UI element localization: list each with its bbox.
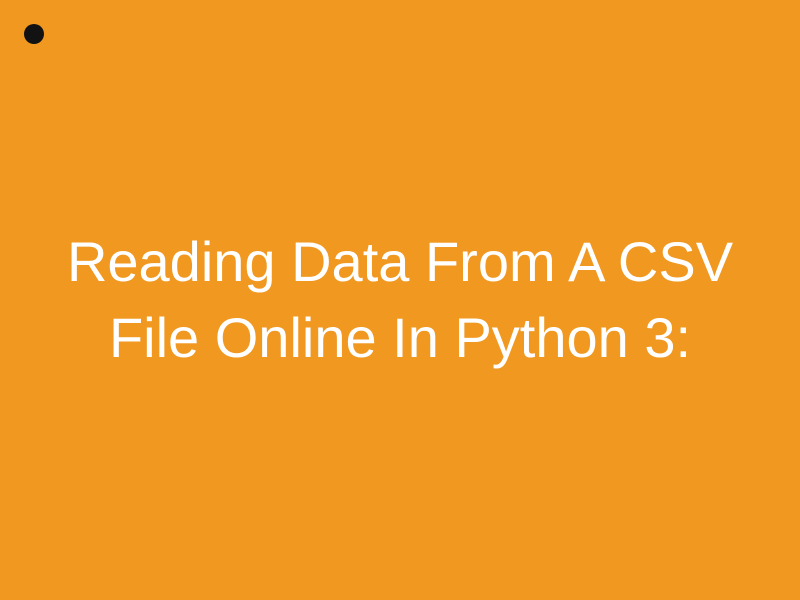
page-title: Reading Data From A CSV File Online In P… xyxy=(0,224,800,375)
bullet-dot xyxy=(24,24,44,44)
